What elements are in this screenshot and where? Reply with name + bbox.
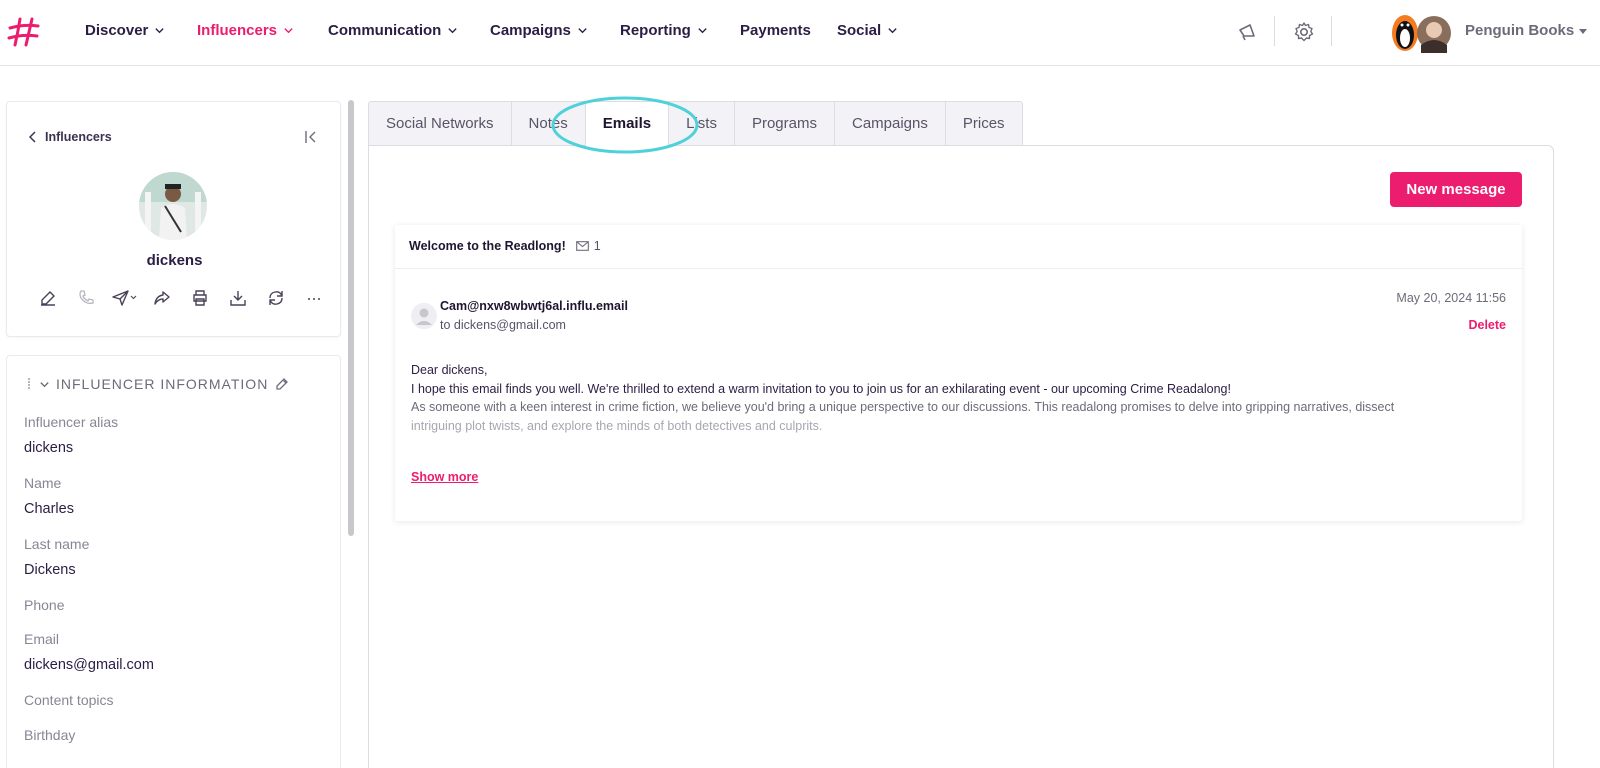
influencer-name: dickens	[146, 252, 203, 269]
message-line: Dear dickens,	[411, 363, 488, 377]
tab-emails[interactable]: Emails	[585, 101, 670, 146]
nav-divider	[1331, 16, 1332, 46]
nav-campaigns-label: Campaigns	[490, 22, 571, 39]
new-message-button[interactable]: New message	[1390, 172, 1522, 207]
field-label-name: Name	[24, 475, 62, 491]
message-date: May 20, 2024 11:56	[1396, 291, 1506, 305]
sender-address: Cam@nxw8wbwtj6al.influ.email	[440, 299, 628, 313]
chevron-down-icon	[448, 28, 457, 34]
influencer-information-header[interactable]: INFLUENCER INFORMATION	[25, 376, 290, 392]
profile-card: Influencers dickens	[6, 101, 341, 337]
chevron-down-icon	[578, 28, 587, 34]
tab-social-networks[interactable]: Social Networks	[368, 101, 512, 146]
message-line: I hope this email finds you well. We're …	[411, 381, 1231, 396]
back-link-label: Influencers	[45, 130, 112, 144]
chevron-down-icon	[284, 28, 293, 34]
tab-lists[interactable]: Lists	[669, 101, 735, 146]
field-label-alias: Influencer alias	[24, 414, 119, 430]
account-menu[interactable]: Penguin Books	[1465, 22, 1588, 39]
back-to-influencers-link[interactable]: Influencers	[29, 130, 112, 144]
profile-tabs: Social Networks Notes Emails Lists Progr…	[368, 101, 1023, 146]
influencer-information-card: INFLUENCER INFORMATION Influencer alias …	[6, 355, 341, 768]
caret-down-icon	[1579, 28, 1588, 34]
field-label-content-topics: Content topics	[24, 692, 114, 708]
send-icon[interactable]	[105, 286, 143, 310]
nav-campaigns[interactable]: Campaigns	[490, 22, 588, 39]
nav-influencers[interactable]: Influencers	[197, 22, 294, 39]
field-label-email: Email	[24, 631, 60, 647]
download-icon[interactable]	[219, 286, 257, 310]
drag-handle-icon[interactable]	[25, 377, 33, 391]
nav-social[interactable]: Social	[837, 22, 898, 39]
nav-divider	[1274, 16, 1275, 46]
message-count: 1	[593, 239, 601, 253]
refresh-icon[interactable]	[257, 286, 295, 310]
field-label-last-name: Last name	[24, 536, 90, 552]
message-line: As someone with a keen interest in crime…	[411, 400, 1395, 414]
chevron-down-icon	[698, 28, 707, 34]
nav-payments[interactable]: Payments	[740, 22, 811, 39]
chevron-left-icon	[29, 131, 36, 143]
account-avatar[interactable]	[1385, 13, 1451, 53]
email-thread[interactable]: Welcome to the Readlong! 1 Cam@nxw8wbwtj…	[395, 225, 1522, 521]
field-label-birthday: Birthday	[24, 727, 76, 743]
tab-campaigns[interactable]: Campaigns	[834, 101, 946, 146]
message-line: intriguing plot twists, and explore the …	[411, 418, 823, 433]
nav-reporting[interactable]: Reporting	[620, 22, 708, 39]
nav-communication-label: Communication	[328, 22, 442, 39]
tab-programs[interactable]: Programs	[734, 101, 835, 146]
profile-avatar	[139, 172, 207, 240]
collapse-panel-icon[interactable]	[304, 130, 318, 144]
message-body: Dear dickens, I hope this email finds yo…	[411, 361, 1491, 435]
edit-icon[interactable]	[29, 286, 67, 310]
nav-social-label: Social	[837, 22, 882, 39]
thread-header[interactable]: Welcome to the Readlong! 1	[395, 225, 1522, 269]
nav-discover-label: Discover	[85, 22, 149, 39]
field-label-phone: Phone	[24, 597, 65, 613]
nav-communication[interactable]: Communication	[328, 22, 458, 39]
thread-message-count: 1	[575, 239, 601, 253]
chevron-down-icon[interactable]	[39, 379, 50, 390]
nav-influencers-label: Influencers	[197, 22, 278, 39]
tab-notes[interactable]: Notes	[511, 101, 586, 146]
delete-message-link[interactable]: Delete	[1468, 318, 1506, 332]
field-value-name: Charles	[24, 501, 74, 517]
gear-icon[interactable]	[1292, 20, 1316, 44]
tab-prices[interactable]: Prices	[945, 101, 1023, 146]
print-icon[interactable]	[181, 286, 219, 310]
recipient-address: to dickens@gmail.com	[440, 318, 566, 332]
thread-subject-row: Welcome to the Readlong! 1	[409, 239, 601, 253]
nav-payments-label: Payments	[740, 22, 811, 39]
chevron-down-icon	[155, 28, 165, 34]
sender-avatar-icon	[411, 303, 437, 329]
show-more-link[interactable]: Show more	[411, 470, 478, 484]
thread-subject: Welcome to the Readlong!	[409, 239, 566, 253]
section-title: INFLUENCER INFORMATION	[56, 376, 269, 392]
chevron-down-icon	[888, 28, 897, 34]
share-icon[interactable]	[143, 286, 181, 310]
account-name: Penguin Books	[1465, 22, 1575, 39]
field-value-alias: dickens	[24, 440, 74, 456]
pencil-icon[interactable]	[274, 376, 290, 392]
megaphone-icon[interactable]	[1235, 20, 1259, 44]
phone-icon[interactable]	[67, 286, 105, 310]
hashtag-logo-icon[interactable]	[6, 16, 42, 48]
sidebar-scrollbar[interactable]	[348, 100, 354, 536]
profile-actions	[29, 286, 333, 310]
envelope-icon	[575, 241, 589, 251]
nav-reporting-label: Reporting	[620, 22, 691, 39]
nav-discover[interactable]: Discover	[85, 22, 165, 39]
more-icon[interactable]	[295, 286, 333, 310]
field-value-email: dickens@gmail.com	[24, 657, 154, 673]
top-navigation: Discover Influencers Communication Campa…	[0, 0, 1600, 66]
field-value-last-name: Dickens	[24, 562, 76, 578]
